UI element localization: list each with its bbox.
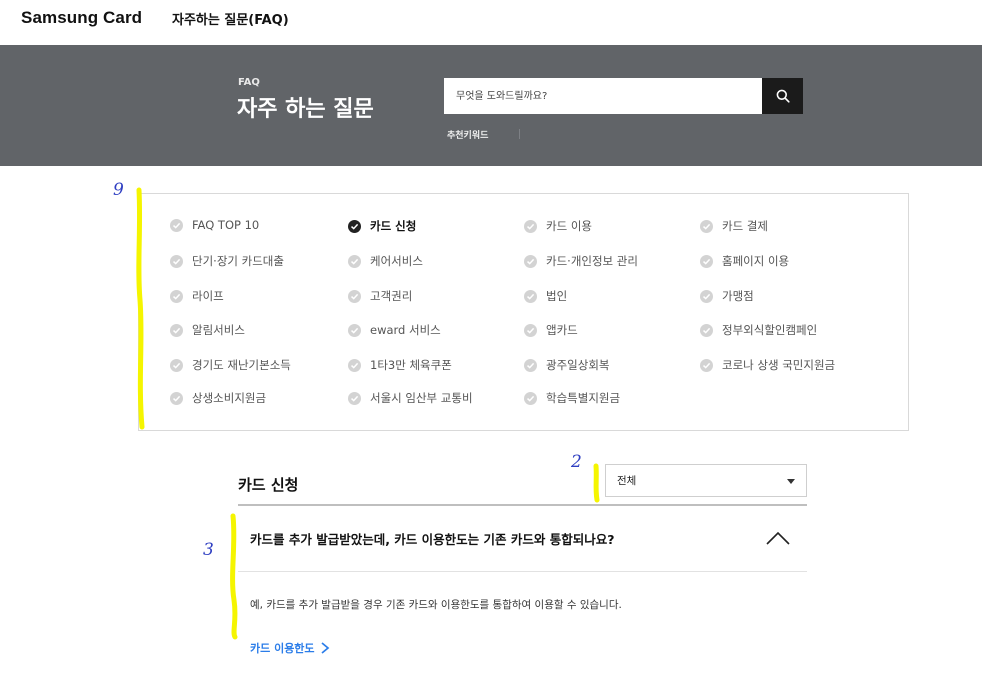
search-icon <box>776 89 790 103</box>
check-circle-icon <box>348 254 361 268</box>
category-item[interactable]: 학습특별지원금 <box>524 390 620 406</box>
category-label: 정부외식할인캠페인 <box>722 323 818 337</box>
category-item[interactable]: 라이프 <box>170 288 224 304</box>
category-label: 카드·개인정보 관리 <box>546 254 638 268</box>
annotation-mark-1: 9 <box>113 180 124 200</box>
category-panel: FAQ TOP 10 카드 신청 카드 이용 카드 결제단기·장기 카드대출 케어서비스… <box>138 193 909 431</box>
search-button[interactable] <box>762 78 803 114</box>
category-label: 상생소비지원금 <box>192 391 267 405</box>
check-circle-icon <box>170 218 183 232</box>
annotation-mark-2: 2 <box>571 452 582 472</box>
hero-title: 자주 하는 질문 <box>237 97 374 122</box>
category-label: 광주일상회복 <box>546 358 610 372</box>
category-item[interactable]: 1타3만 체육쿠폰 <box>348 357 452 373</box>
category-label: 홈페이지 이용 <box>722 254 790 268</box>
category-item[interactable]: 서울시 임산부 교통비 <box>348 390 473 406</box>
category-item[interactable]: 법인 <box>524 288 567 304</box>
category-label: 카드 신청 <box>370 219 417 233</box>
category-label: 학습특별지원금 <box>546 391 621 405</box>
category-item[interactable]: 정부외식할인캠페인 <box>700 322 817 338</box>
category-label: 라이프 <box>192 289 224 303</box>
section-title: 카드 신청 <box>238 476 299 494</box>
category-item[interactable]: 홈페이지 이용 <box>700 253 789 269</box>
top-header: Samsung Card 자주하는 질문(FAQ) <box>0 0 982 40</box>
check-circle-icon <box>170 254 183 268</box>
faq-hero-banner: FAQ 자주 하는 질문 추천키워드 <box>0 45 982 166</box>
category-item[interactable]: eward 서비스 <box>348 322 441 338</box>
category-item[interactable]: 앱카드 <box>524 322 578 338</box>
recommended-keywords-label: 추천키워드 <box>447 131 489 141</box>
category-filter-select[interactable]: 전체 <box>605 464 807 497</box>
category-label: eward 서비스 <box>370 323 441 337</box>
category-item[interactable]: 카드·개인정보 관리 <box>524 253 638 269</box>
category-label: 법인 <box>546 289 568 303</box>
check-circle-icon <box>700 358 713 372</box>
category-item[interactable]: 케어서비스 <box>348 253 423 269</box>
category-item[interactable]: 카드 이용 <box>524 218 592 234</box>
category-label: 카드 이용 <box>546 219 592 233</box>
category-item[interactable]: 상생소비지원금 <box>170 390 266 406</box>
check-circle-icon <box>170 391 183 405</box>
card-limit-link[interactable]: 카드 이용한도 <box>250 640 330 656</box>
category-item[interactable]: 카드 결제 <box>700 218 768 234</box>
highlight-stroke-3 <box>230 513 238 640</box>
category-item[interactable]: FAQ TOP 10 <box>170 218 259 232</box>
search-input[interactable] <box>444 78 762 114</box>
category-label: 경기도 재난기본소득 <box>192 358 291 372</box>
check-circle-icon <box>700 254 713 268</box>
category-item[interactable]: 카드 신청 <box>348 218 416 234</box>
category-label: 케어서비스 <box>370 254 423 268</box>
chevron-right-icon <box>321 642 329 654</box>
check-circle-icon <box>170 289 183 303</box>
annotation-mark-3: 3 <box>203 540 214 560</box>
category-item[interactable]: 경기도 재난기본소득 <box>170 357 291 373</box>
check-circle-icon <box>348 323 361 337</box>
check-circle-icon <box>524 391 537 405</box>
faq-question-text: 카드를 추가 발급받았는데, 카드 이용한도는 기존 카드와 통합되나요? <box>250 532 615 547</box>
check-circle-icon <box>700 219 713 233</box>
highlight-stroke-2 <box>593 463 600 503</box>
category-item[interactable]: 고객권리 <box>348 288 412 304</box>
category-label: 1타3만 체육쿠폰 <box>370 358 452 372</box>
category-item[interactable]: 단기·장기 카드대출 <box>170 253 284 269</box>
check-circle-icon <box>700 289 713 303</box>
check-circle-icon <box>524 323 537 337</box>
chevron-down-icon <box>787 479 795 484</box>
check-circle-icon <box>170 323 183 337</box>
check-circle-icon <box>524 289 537 303</box>
category-item[interactable]: 알림서비스 <box>170 322 245 338</box>
select-value: 전체 <box>617 475 637 487</box>
check-circle-icon <box>348 391 361 405</box>
faq-answer-text: 예, 카드를 추가 발급받을 경우 기존 카드와 이용한도를 통합하여 이용할 … <box>250 599 622 611</box>
category-label: 알림서비스 <box>192 323 245 337</box>
chevron-up-icon[interactable] <box>765 530 791 546</box>
check-circle-icon <box>524 254 537 268</box>
check-circle-icon <box>700 323 713 337</box>
category-label: 단기·장기 카드대출 <box>192 254 284 268</box>
category-item[interactable]: 가맹점 <box>700 288 754 304</box>
page-title: 자주하는 질문(FAQ) <box>172 13 289 28</box>
brand-logo[interactable]: Samsung Card <box>21 8 142 28</box>
card-limit-link-label: 카드 이용한도 <box>250 642 315 655</box>
category-item[interactable]: 코로나 상생 국민지원금 <box>700 357 835 373</box>
faq-question-row[interactable]: 카드를 추가 발급받았는데, 카드 이용한도는 기존 카드와 통합되나요? <box>238 506 807 572</box>
hero-eyebrow: FAQ <box>238 77 260 88</box>
category-label: 코로나 상생 국민지원금 <box>722 358 836 372</box>
check-circle-icon <box>170 358 183 372</box>
check-circle-icon <box>524 358 537 372</box>
check-circle-icon <box>348 219 361 233</box>
category-item[interactable]: 광주일상회복 <box>524 357 609 373</box>
check-circle-icon <box>524 219 537 233</box>
category-label: 서울시 임산부 교통비 <box>370 391 473 405</box>
category-label: 카드 결제 <box>722 219 768 233</box>
divider <box>519 129 520 139</box>
category-label: 고객권리 <box>370 289 413 303</box>
category-label: 앱카드 <box>546 323 578 337</box>
check-circle-icon <box>348 358 361 372</box>
check-circle-icon <box>348 289 361 303</box>
category-label: 가맹점 <box>722 289 754 303</box>
category-label: FAQ TOP 10 <box>192 218 260 232</box>
search-box <box>444 78 803 114</box>
